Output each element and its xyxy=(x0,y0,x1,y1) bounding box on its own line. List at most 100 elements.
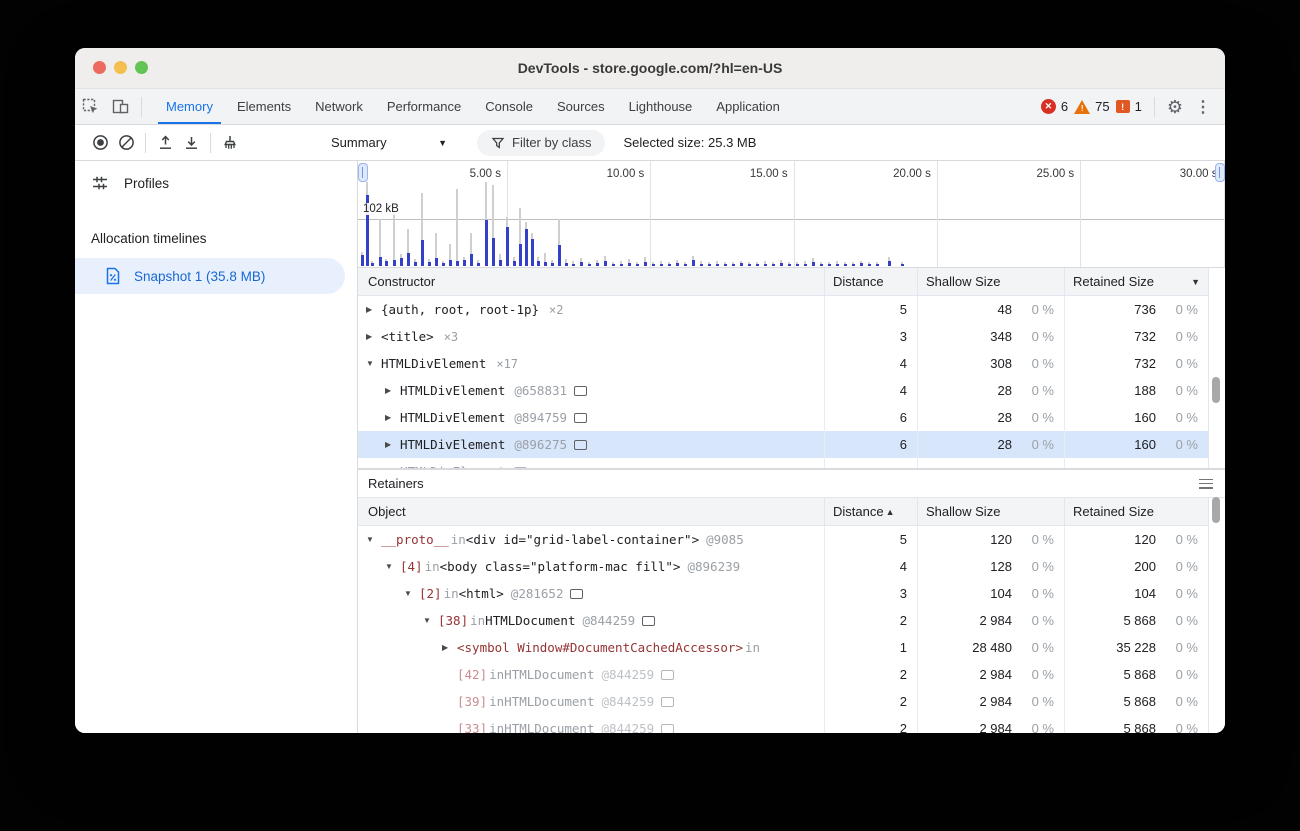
timeline-bar-live xyxy=(820,264,823,266)
inspect-element-icon[interactable] xyxy=(75,94,105,120)
retainers-scrollbar-thumb[interactable] xyxy=(1212,497,1220,523)
minimize-button[interactable] xyxy=(114,61,127,74)
reveal-in-elements-icon[interactable] xyxy=(661,724,674,734)
column-header-constructor[interactable]: Constructor xyxy=(358,268,824,295)
load-profile-icon[interactable] xyxy=(152,130,178,156)
tab-console[interactable]: Console xyxy=(473,89,545,124)
tab-elements[interactable]: Elements xyxy=(225,89,303,124)
tab-performance[interactable]: Performance xyxy=(375,89,473,124)
retainers-menu-icon[interactable] xyxy=(1199,479,1213,489)
clear-profiles-icon[interactable] xyxy=(113,130,139,156)
cell-retained-size: 1200 % xyxy=(1064,526,1208,553)
table-row[interactable]: ▼[4] in <body class="platform-mac fill">… xyxy=(358,553,1209,580)
cell-object: [33] in HTMLDocument@844259 xyxy=(358,715,824,733)
reveal-in-elements-icon[interactable] xyxy=(574,413,587,423)
window-title: DevTools - store.google.com/?hl=en-US xyxy=(518,60,783,76)
column-header-shallow-size[interactable]: Shallow Size xyxy=(917,268,1064,295)
allocation-timeline-chart[interactable]: 102 kB 5.00 s10.00 s15.00 s20.00 s25.00 … xyxy=(358,161,1225,268)
disclosure-expanded-icon[interactable]: ▼ xyxy=(366,535,381,544)
device-toolbar-icon[interactable] xyxy=(105,94,135,120)
table-row[interactable]: ▶<symbol Window#DocumentCachedAccessor> … xyxy=(358,634,1209,661)
disclosure-expanded-icon[interactable]: ▼ xyxy=(404,589,419,598)
timeline-tick-label: 20.00 s xyxy=(859,168,931,180)
reveal-in-elements-icon[interactable] xyxy=(574,386,587,396)
table-row[interactable]: ▶HTMLDivElement@8947596280 %1600 % xyxy=(358,404,1209,431)
snapshot-label: Snapshot 1 (35.8 MB) xyxy=(134,269,265,284)
disclosure-collapsed-icon[interactable]: ▶ xyxy=(385,413,400,422)
zoom-button[interactable] xyxy=(135,61,148,74)
issue-badge[interactable]: ! 1 xyxy=(1116,99,1142,114)
chevron-down-icon: ▼ xyxy=(438,138,447,148)
cell-shallow-size: 2 9840 % xyxy=(917,607,1064,634)
class-filter-input[interactable]: Filter by class xyxy=(477,130,605,156)
timeline-bar-live xyxy=(361,255,364,266)
tab-lighthouse[interactable]: Lighthouse xyxy=(617,89,705,124)
disclosure-expanded-icon[interactable]: ▼ xyxy=(423,616,438,625)
table-row[interactable]: ▼__proto__ in <div id="grid-label-contai… xyxy=(358,526,1209,553)
table-row[interactable]: ▶HTMLDivElement xyxy=(358,458,1209,469)
cell-shallow-size: 280 % xyxy=(917,404,1064,431)
column-header-distance[interactable]: Distance▲ xyxy=(824,498,917,525)
cell-object: ▶<symbol Window#DocumentCachedAccessor> … xyxy=(358,634,824,661)
reveal-in-elements-icon[interactable] xyxy=(642,616,655,626)
more-options-icon[interactable]: ⋮ xyxy=(1189,97,1217,117)
column-header-distance[interactable]: Distance xyxy=(824,268,917,295)
table-row[interactable]: [39] in HTMLDocument@84425922 9840 %5 86… xyxy=(358,688,1209,715)
range-handle-right[interactable] xyxy=(1215,163,1225,182)
perspective-select[interactable]: Summary ▼ xyxy=(327,132,451,153)
sidebar-item-profiles[interactable]: Profiles xyxy=(75,161,357,205)
record-heap-button[interactable] xyxy=(87,130,113,156)
cell-shallow-size: 1200 % xyxy=(917,526,1064,553)
save-profile-icon[interactable] xyxy=(178,130,204,156)
table-row[interactable]: ▼HTMLDivElement×1743080 %7320 % xyxy=(358,350,1209,377)
tab-memory[interactable]: Memory xyxy=(154,89,225,124)
timeline-bar-live xyxy=(558,245,561,266)
cell-object: ▼__proto__ in <div id="grid-label-contai… xyxy=(358,526,824,553)
timeline-bar-live xyxy=(477,263,480,266)
table-row[interactable]: [33] in HTMLDocument@84425922 9840 %5 86… xyxy=(358,715,1209,733)
column-header-retained-size[interactable]: Retained Size▼ xyxy=(1064,268,1208,295)
timeline-bar-live xyxy=(499,260,502,266)
warning-badge[interactable]: ! 75 xyxy=(1074,99,1109,114)
disclosure-collapsed-icon[interactable]: ▶ xyxy=(366,305,381,314)
sidebar-item-snapshot[interactable]: Snapshot 1 (35.8 MB) xyxy=(75,258,345,294)
table-row[interactable]: ▶<title>×333480 %7320 % xyxy=(358,323,1209,350)
constructor-scrollbar-thumb[interactable] xyxy=(1212,377,1220,403)
reveal-in-elements-icon[interactable] xyxy=(574,440,587,450)
reveal-in-elements-icon[interactable] xyxy=(661,670,674,680)
timeline-bar-live xyxy=(393,260,396,266)
cell-object: [39] in HTMLDocument@844259 xyxy=(358,688,824,715)
disclosure-expanded-icon[interactable]: ▼ xyxy=(385,562,400,571)
disclosure-collapsed-icon[interactable]: ▶ xyxy=(442,643,457,652)
retainers-grid-rows: ▼__proto__ in <div id="grid-label-contai… xyxy=(358,526,1225,733)
close-button[interactable] xyxy=(93,61,106,74)
cell-distance xyxy=(824,458,917,469)
column-header-object[interactable]: Object xyxy=(358,498,824,525)
disclosure-collapsed-icon[interactable]: ▶ xyxy=(385,440,400,449)
table-row[interactable]: ▶{auth, root, root-1p}×25480 %7360 % xyxy=(358,296,1209,323)
table-row[interactable]: ▼[2] in <html>@28165231040 %1040 % xyxy=(358,580,1209,607)
tab-network[interactable]: Network xyxy=(303,89,375,124)
table-row[interactable]: [42] in HTMLDocument@84425922 9840 %5 86… xyxy=(358,661,1209,688)
table-row[interactable]: ▼[38] in HTMLDocument@84425922 9840 %5 8… xyxy=(358,607,1209,634)
disclosure-collapsed-icon[interactable]: ▶ xyxy=(366,332,381,341)
settings-gear-icon[interactable]: ⚙ xyxy=(1167,98,1183,116)
table-row[interactable]: ▶HTMLDivElement@6588314280 %1880 % xyxy=(358,377,1209,404)
cell-distance: 6 xyxy=(824,404,917,431)
column-header-retained-size[interactable]: Retained Size xyxy=(1064,498,1208,525)
tab-sources[interactable]: Sources xyxy=(545,89,617,124)
clear-brush-icon[interactable] xyxy=(217,130,243,156)
reveal-in-elements-icon[interactable] xyxy=(570,589,583,599)
timeline-bar-live xyxy=(660,264,663,266)
column-header-shallow-size[interactable]: Shallow Size xyxy=(917,498,1064,525)
cell-object: ▶HTMLDivElement@896275 xyxy=(358,431,824,458)
tab-application[interactable]: Application xyxy=(704,89,792,124)
cell-retained-size: 5 8680 % xyxy=(1064,688,1208,715)
disclosure-collapsed-icon[interactable]: ▶ xyxy=(385,386,400,395)
range-handle-left[interactable] xyxy=(358,163,368,182)
error-badge[interactable]: ✕ 6 xyxy=(1041,99,1068,114)
reveal-in-elements-icon[interactable] xyxy=(661,697,674,707)
timeline-bar-live xyxy=(421,240,424,266)
disclosure-expanded-icon[interactable]: ▼ xyxy=(366,359,381,368)
table-row[interactable]: ▶HTMLDivElement@8962756280 %1600 % xyxy=(358,431,1209,458)
